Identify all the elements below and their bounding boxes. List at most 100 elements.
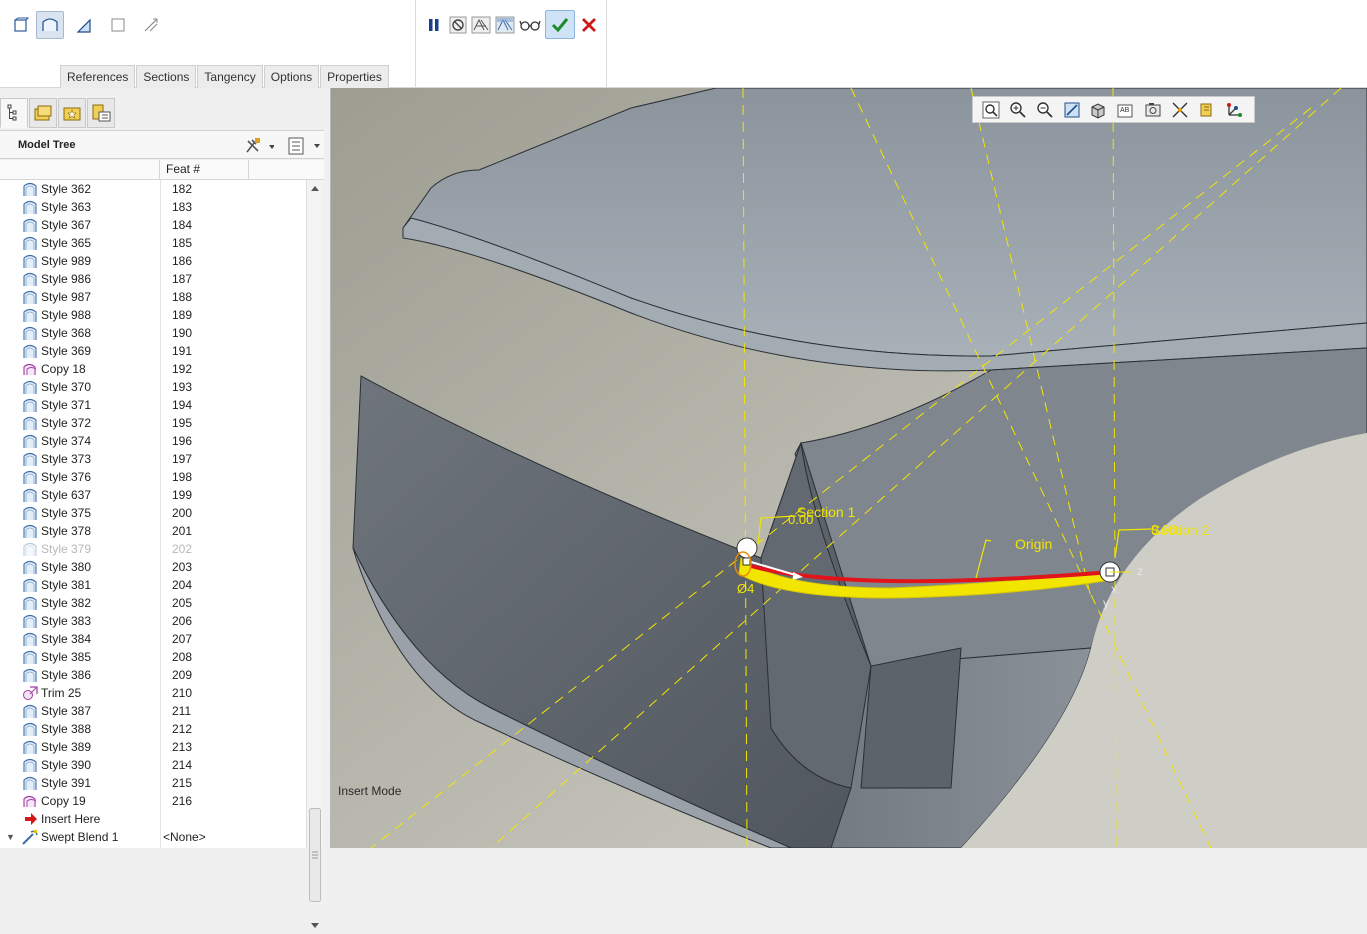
tree-row-feat-number: 194 [172,398,193,412]
tree-row[interactable]: Style 386 209 [0,666,306,684]
tree-row[interactable]: Style 365 185 [0,234,306,252]
glasses-icon[interactable] [516,11,544,39]
tree-row[interactable]: Style 370 193 [0,378,306,396]
layer-tab-icon[interactable] [87,98,115,128]
tree-row[interactable]: Style 387 211 [0,702,306,720]
tree-row[interactable]: Insert Here [0,810,306,828]
remove-material-icon[interactable] [137,11,165,39]
folder-browser-tab-icon[interactable] [29,98,57,128]
tab-tangency[interactable]: Tangency [197,65,263,88]
tree-row[interactable]: Style 382 205 [0,594,306,612]
dashboard-action-group [416,0,607,88]
tree-row-name: Style 386 [41,668,92,682]
tree-row-feat-number: 206 [172,614,193,628]
tree-row[interactable]: Style 381 204 [0,576,306,594]
tree-row[interactable]: Style 378 201 [0,522,306,540]
swept-blend-icon [22,829,38,845]
favorites-tab-icon[interactable] [58,98,86,128]
tree-row[interactable]: Style 374 196 [0,432,306,450]
tree-row[interactable]: Style 371 194 [0,396,306,414]
thicken-icon[interactable] [70,11,98,39]
annotation-display-icon[interactable]: AB [1112,98,1139,121]
style-feature-icon [22,415,38,431]
tree-row[interactable]: Style 372 195 [0,414,306,432]
tree-row[interactable]: Style 390 214 [0,756,306,774]
tree-row[interactable]: Style 637 199 [0,486,306,504]
tree-row-feat-number: 209 [172,668,193,682]
tree-row[interactable]: Copy 19 216 [0,792,306,810]
style-feature-icon [22,505,38,521]
tree-settings-icon[interactable] [244,137,275,155]
tree-row-feat-number: 207 [172,632,193,646]
zoom-out-icon[interactable] [1031,98,1058,121]
verify-preview-icon[interactable] [491,11,519,39]
tree-row[interactable]: Style 988 189 [0,306,306,324]
tree-row[interactable]: Style 986 187 [0,270,306,288]
tree-row[interactable]: Style 380 203 [0,558,306,576]
tree-row-feat-number: 212 [172,722,193,736]
tree-row-name: Style 378 [41,524,92,538]
scroll-thumb[interactable] [309,808,321,902]
scroll-down-arrow-icon[interactable] [309,920,321,934]
tree-row-feat-number: 201 [172,524,193,538]
tree-row[interactable]: Style 375 200 [0,504,306,522]
tree-row-name: Style 372 [41,416,92,430]
tree-row[interactable]: Style 383 206 [0,612,306,630]
model-tree-tab-icon[interactable] [0,98,28,128]
tree-row[interactable]: Style 376 198 [0,468,306,486]
tree-row[interactable]: Style 367 184 [0,216,306,234]
repaint-icon[interactable] [1058,98,1085,121]
display-style-icon[interactable] [1085,98,1112,121]
surface-icon[interactable] [7,11,35,39]
section1-dimension[interactable]: 0.00 [788,512,813,527]
tree-row[interactable]: Style 388 212 [0,720,306,738]
tree-row[interactable]: Style 389 213 [0,738,306,756]
section1-handle[interactable] [736,537,758,559]
feat-number-column-header[interactable]: Feat # [161,160,249,180]
tree-columns-icon[interactable] [287,136,321,156]
name-column-header[interactable] [0,160,160,180]
swept-blend-surface-icon[interactable] [36,11,64,39]
section1-diameter[interactable]: Ø4 [737,581,754,596]
tree-row[interactable]: Trim 25 210 [0,684,306,702]
model-view[interactable] [331,88,1367,848]
tree-scrollbar[interactable] [306,180,323,928]
datum-display-icon[interactable] [1166,98,1193,121]
tree-row[interactable]: ▼ Swept Blend 1 <None> [0,828,306,846]
cancel-x-icon[interactable] [575,11,603,39]
section2-dimension[interactable]: 0.00 [1151,522,1176,537]
scroll-up-arrow-icon[interactable] [309,182,321,196]
graphics-window[interactable]: Section 1 0.00 Section 2 0.00 Origin Ø4 … [331,88,1367,848]
tree-row[interactable]: Style 987 188 [0,288,306,306]
ok-checkmark-icon[interactable] [545,10,575,39]
style-feature-icon [22,541,38,557]
tree-row[interactable]: Style 362 182 [0,180,306,198]
tree-row[interactable]: Style 363 183 [0,198,306,216]
cut-icon[interactable] [104,11,132,39]
tree-row[interactable]: Style 385 208 [0,648,306,666]
tree-row[interactable]: Style 384 207 [0,630,306,648]
tree-row-feat-number: 187 [172,272,193,286]
tree-row[interactable]: Style 373 197 [0,450,306,468]
tree-row[interactable]: Style 989 186 [0,252,306,270]
origin-label[interactable]: Origin [1015,536,1052,552]
tree-row[interactable]: Style 391 215 [0,774,306,792]
tree-row[interactable]: Style 369 191 [0,342,306,360]
tab-properties[interactable]: Properties [320,65,389,88]
tree-row-feat-number: 183 [172,200,193,214]
start-point-handle[interactable] [742,557,751,566]
zoom-in-icon[interactable] [1004,98,1031,121]
spin-center-icon[interactable] [1193,98,1220,121]
tree-row[interactable]: Copy 18 192 [0,360,306,378]
tree-row[interactable]: Style 368 190 [0,324,306,342]
tab-sections[interactable]: Sections [136,65,197,88]
tree-row-feat-number: 193 [172,380,193,394]
tab-references[interactable]: References [60,65,136,88]
tree-column-header: Feat # [0,160,324,180]
saved-views-icon[interactable] [1139,98,1166,121]
refit-icon[interactable] [977,98,1004,121]
tab-options[interactable]: Options [263,65,320,88]
expand-toggle-icon[interactable]: ▼ [6,828,15,846]
csys-display-icon[interactable] [1220,98,1247,121]
tree-row[interactable]: Style 379 202 [0,540,306,558]
